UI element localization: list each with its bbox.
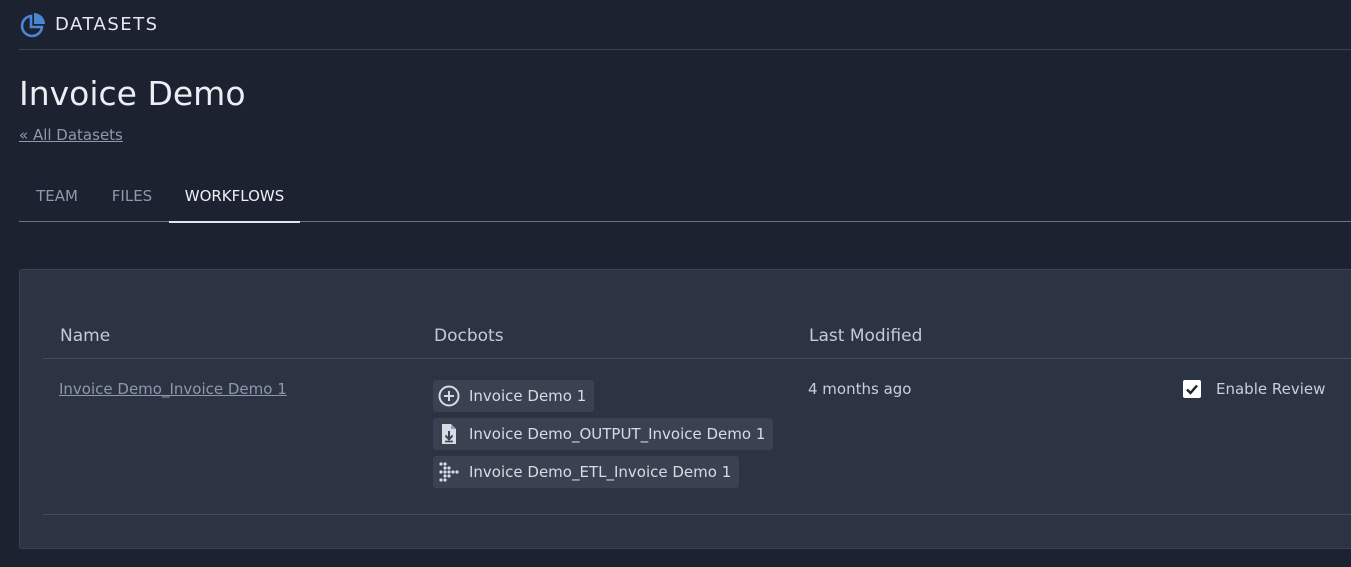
column-header-docbots: Docbots	[434, 326, 504, 346]
docbot-label: Invoice Demo_ETL_Invoice Demo 1	[469, 463, 732, 481]
tab-workflows[interactable]: WORKFLOWS	[169, 170, 300, 223]
workflows-card: Name Docbots Last Modified Invoice Demo_…	[19, 269, 1351, 549]
checkmark-icon	[1186, 384, 1198, 395]
page-title: Invoice Demo	[19, 74, 246, 113]
dots-arrow-icon	[437, 460, 461, 484]
last-modified-value: 4 months ago	[808, 380, 912, 398]
docbot-label: Invoice Demo 1	[469, 387, 587, 405]
pie-chart-icon	[19, 11, 47, 39]
enable-review-label: Enable Review	[1216, 380, 1326, 398]
enable-review-checkbox[interactable]	[1183, 380, 1201, 398]
table-header: Name Docbots Last Modified	[43, 322, 1351, 359]
column-header-name: Name	[60, 326, 111, 346]
docbot-chip[interactable]: Invoice Demo_ETL_Invoice Demo 1	[433, 456, 740, 488]
docbot-chip[interactable]: Invoice Demo_OUTPUT_Invoice Demo 1	[433, 418, 774, 450]
tab-bar: TEAM FILES WORKFLOWS	[19, 170, 1351, 223]
all-datasets-link[interactable]: « All Datasets	[19, 126, 123, 144]
tab-team[interactable]: TEAM	[19, 170, 95, 222]
workflow-name-link[interactable]: Invoice Demo_Invoice Demo 1	[59, 380, 287, 398]
brand-title: DATASETS	[55, 14, 159, 35]
docbot-chip[interactable]: Invoice Demo 1	[433, 380, 595, 412]
top-bar: DATASETS	[19, 0, 1351, 50]
plus-circle-icon	[437, 384, 461, 408]
file-download-icon	[437, 422, 461, 446]
tab-files[interactable]: FILES	[95, 170, 169, 222]
docbot-label: Invoice Demo_OUTPUT_Invoice Demo 1	[469, 425, 766, 443]
docbots-list: Invoice Demo 1 Invoice Demo_OUTPUT_Invoi…	[433, 380, 774, 494]
column-header-last-modified: Last Modified	[809, 326, 923, 346]
enable-review-toggle[interactable]: Enable Review	[1183, 380, 1325, 398]
table-row: Invoice Demo_Invoice Demo 1 Invoice Demo…	[43, 359, 1351, 515]
